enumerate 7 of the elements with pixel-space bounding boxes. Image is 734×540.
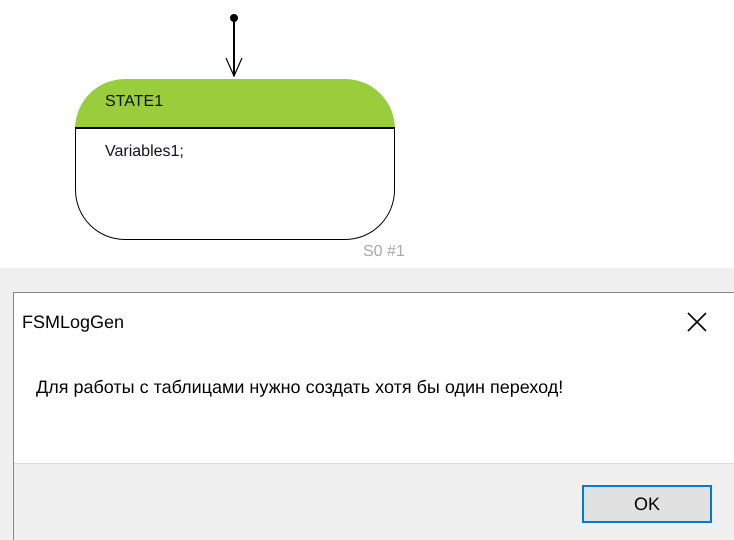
ok-button[interactable]: OK xyxy=(582,485,712,523)
close-icon xyxy=(686,311,708,333)
state-variables: Variables1; xyxy=(105,143,184,160)
state-id-label: S0 #1 xyxy=(363,243,405,261)
dialog-message: Для работы с таблицами нужно создать хотя бы один переход! xyxy=(36,376,564,399)
state-title: STATE1 xyxy=(75,79,395,129)
dialog-title: FSMLogGen xyxy=(22,312,124,332)
